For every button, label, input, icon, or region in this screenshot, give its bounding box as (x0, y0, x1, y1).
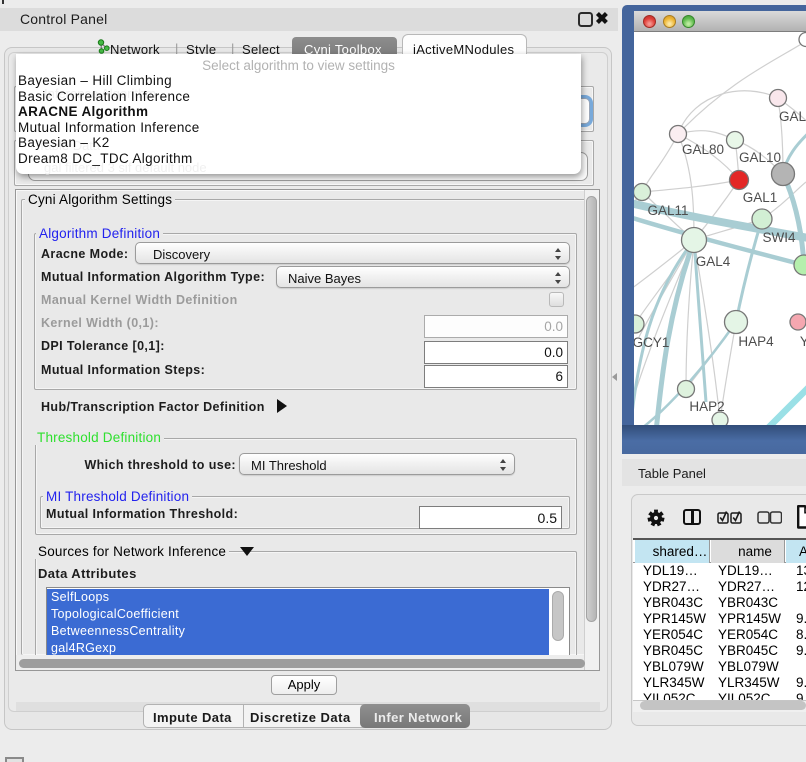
svg-text:GAL1: GAL1 (743, 190, 778, 205)
svg-text:GAL4: GAL4 (696, 254, 731, 269)
svg-text:GAL80: GAL80 (682, 142, 724, 157)
svg-text:YM: YM (800, 334, 806, 349)
svg-text:HAP2: HAP2 (689, 399, 724, 414)
svg-text:GAL11: GAL11 (647, 203, 688, 218)
svg-text:SWI4: SWI4 (762, 230, 795, 245)
svg-text:GAL10: GAL10 (739, 150, 781, 165)
svg-text:GCY1: GCY1 (634, 335, 669, 350)
svg-text:HAP4: HAP4 (738, 334, 774, 349)
svg-text:GAL7: GAL7 (779, 109, 806, 124)
